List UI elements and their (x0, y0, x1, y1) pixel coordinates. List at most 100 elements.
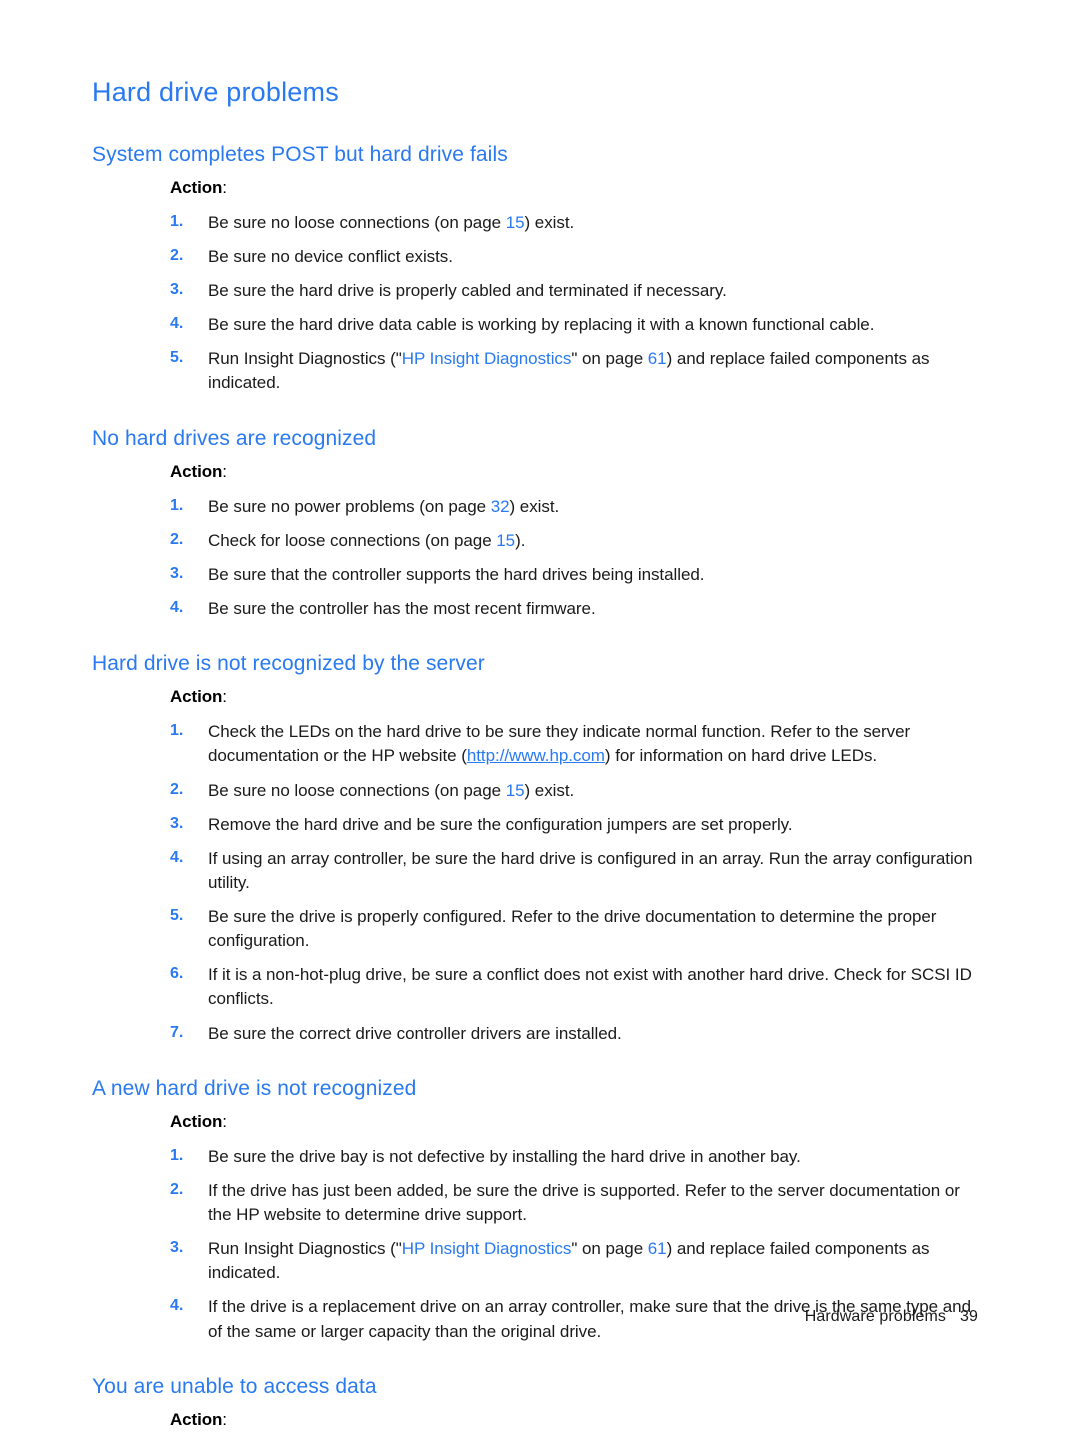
step-text-run: Be sure the correct drive controller dri… (208, 1023, 622, 1043)
step-text: Run Insight Diagnostics ("HP Insight Dia… (208, 349, 930, 392)
action-step: 1. Be sure no loose connections (on page … (92, 211, 978, 235)
step-text: Be sure the hard drive data cable is wor… (208, 315, 874, 334)
section-hard-drive-is-not-recognized-by-the-server: Hard drive is not recognized by the serv… (92, 651, 978, 1046)
page-cross-reference-link[interactable]: 15 (506, 781, 525, 800)
page-cross-reference-link[interactable]: 15 (496, 531, 515, 550)
step-text: Be sure that the controller supports the… (208, 565, 705, 584)
step-text: Run Insight Diagnostics ("HP Insight Dia… (208, 1239, 930, 1282)
section-heading: A new hard drive is not recognized (92, 1076, 417, 1100)
step-number: 2. (170, 1180, 184, 1198)
step-text-run: ) exist. (524, 780, 575, 800)
topic-cross-reference-link[interactable]: HP Insight Diagnostics (402, 349, 572, 368)
step-text: Be sure no loose connections (on page 15… (208, 213, 574, 232)
footer-page-number: 39 (960, 1308, 978, 1325)
step-text-run: Run Insight Diagnostics (" (208, 1239, 402, 1259)
step-text-run: Check for loose connections (on page (208, 530, 497, 550)
action-step: 4. Be sure the hard drive data cable is w… (92, 313, 978, 337)
action-step: 2. Be sure no loose connections (on page … (92, 779, 978, 803)
step-text-run: ). (515, 530, 526, 550)
action-label-text: Action (170, 177, 223, 197)
external-web-link[interactable]: http://www.hp.com (467, 746, 605, 765)
action-label: Action: (170, 1409, 978, 1432)
action-step: 1. Check the LEDs on the hard drive to be… (92, 720, 978, 768)
action-step: 1. Be sure the drive bay is not defective… (92, 1145, 978, 1169)
step-number: 5. (170, 907, 184, 925)
action-step: 6. If it is a non-hot-plug drive, be sure… (92, 963, 978, 1011)
step-text: If the drive has just been added, be sur… (208, 1181, 960, 1224)
step-text: Be sure no loose connections (on page 15… (208, 781, 574, 800)
page-cross-reference-link[interactable]: 61 (648, 349, 667, 368)
action-step: 5. Run Insight Diagnostics ("HP Insight D… (92, 347, 978, 395)
action-step: 4. Be sure the controller has the most re… (92, 597, 978, 621)
page-cross-reference-link[interactable]: 15 (506, 213, 525, 232)
step-text-run: Be sure no power problems (on page (208, 496, 491, 516)
page-footer: Hardware problems 39 (0, 1308, 978, 1326)
section-system-completes-post-but-hard-drive-fails: System completes POST but hard drive fai… (92, 142, 978, 396)
step-text-run: " on page (571, 1239, 648, 1259)
step-text: Be sure the hard drive is properly cable… (208, 281, 727, 300)
section-heading: No hard drives are recognized (92, 426, 377, 450)
step-text: Be sure the drive is properly configured… (208, 907, 936, 950)
action-step: 5. Be sure the drive is properly configur… (92, 905, 978, 953)
action-label: Action: (170, 686, 978, 709)
step-text-run: Be sure the drive bay is not defective b… (208, 1146, 801, 1166)
step-text: Be sure the controller has the most rece… (208, 599, 596, 618)
sections-container: System completes POST but hard drive fai… (92, 142, 978, 1432)
action-label-colon: : (222, 1111, 228, 1131)
action-label-colon: : (222, 461, 228, 481)
step-number: 2. (170, 780, 184, 798)
step-number: 3. (170, 814, 184, 832)
step-number: 6. (170, 965, 184, 983)
step-text-run: If it is a non-hot-plug drive, be sure a… (208, 965, 972, 1009)
step-number: 4. (170, 599, 184, 617)
section-a-new-hard-drive-is-not-recognized: A new hard drive is not recognized Action… (92, 1076, 978, 1344)
step-text-run: ) exist. (524, 212, 575, 232)
action-step: 3. Be sure the hard drive is properly cab… (92, 279, 978, 303)
step-number: 3. (170, 281, 184, 299)
action-step: 1. Be sure no power problems (on page 32)… (92, 495, 978, 519)
section-you-are-unable-to-access-data: You are unable to access data Action: (92, 1374, 978, 1432)
page-title: Hard drive problems (92, 77, 339, 107)
section-no-hard-drives-are-recognized: No hard drives are recognized Action: 1. Be… (92, 426, 978, 622)
page-cross-reference-link[interactable]: 32 (491, 497, 510, 516)
section-heading: You are unable to access data (92, 1374, 377, 1398)
step-text-run: Be sure no loose connections (on page (208, 780, 506, 800)
action-label-text: Action (170, 1409, 223, 1429)
step-text: Be sure the drive bay is not defective b… (208, 1147, 801, 1166)
step-text-run: Be sure the drive is properly configured… (208, 907, 937, 951)
section-heading: Hard drive is not recognized by the serv… (92, 652, 485, 676)
page-content: Hard drive problems System completes POS… (92, 77, 978, 1443)
step-number: 1. (170, 1146, 184, 1164)
action-step: 3. Remove the hard drive and be sure the … (92, 813, 978, 837)
step-text-run: ) for information on hard drive LEDs. (604, 746, 878, 766)
action-step: 2. Check for loose connections (on page 1… (92, 529, 978, 553)
action-label-colon: : (222, 177, 228, 197)
step-number: 2. (170, 246, 184, 264)
document-page: Hard drive problems System completes POS… (0, 0, 1080, 1429)
action-step: 7. Be sure the correct drive controller d… (92, 1022, 978, 1046)
footer-chapter: Hardware problems (804, 1308, 946, 1325)
action-label-text: Action (170, 461, 223, 481)
action-label-colon: : (222, 1409, 228, 1429)
step-number: 3. (170, 1239, 184, 1257)
step-text: If using an array controller, be sure th… (208, 849, 973, 892)
step-number: 1. (170, 496, 184, 514)
step-text-run: " on page (571, 349, 648, 369)
action-step: 2. If the drive has just been added, be s… (92, 1179, 978, 1227)
step-text: Remove the hard drive and be sure the co… (208, 815, 793, 834)
step-number: 1. (170, 722, 184, 740)
step-text: If it is a non-hot-plug drive, be sure a… (208, 965, 972, 1008)
step-text-run: Be sure the hard drive data cable is wor… (208, 315, 875, 335)
page-cross-reference-link[interactable]: 61 (648, 1239, 667, 1258)
step-text-run: Run Insight Diagnostics (" (208, 349, 402, 369)
step-text: Be sure the correct drive controller dri… (208, 1024, 622, 1043)
action-steps-list: 1. Check the LEDs on the hard drive to be… (92, 720, 978, 1045)
action-label-text: Action (170, 1111, 223, 1131)
step-text-run: Be sure no loose connections (on page (208, 212, 506, 232)
step-text-run: ) exist. (509, 496, 560, 516)
step-text: Check the LEDs on the hard drive to be s… (208, 722, 910, 765)
action-label: Action: (170, 177, 978, 200)
topic-cross-reference-link[interactable]: HP Insight Diagnostics (402, 1239, 572, 1258)
action-label-colon: : (222, 687, 228, 707)
step-text-run: Remove the hard drive and be sure the co… (208, 814, 793, 834)
